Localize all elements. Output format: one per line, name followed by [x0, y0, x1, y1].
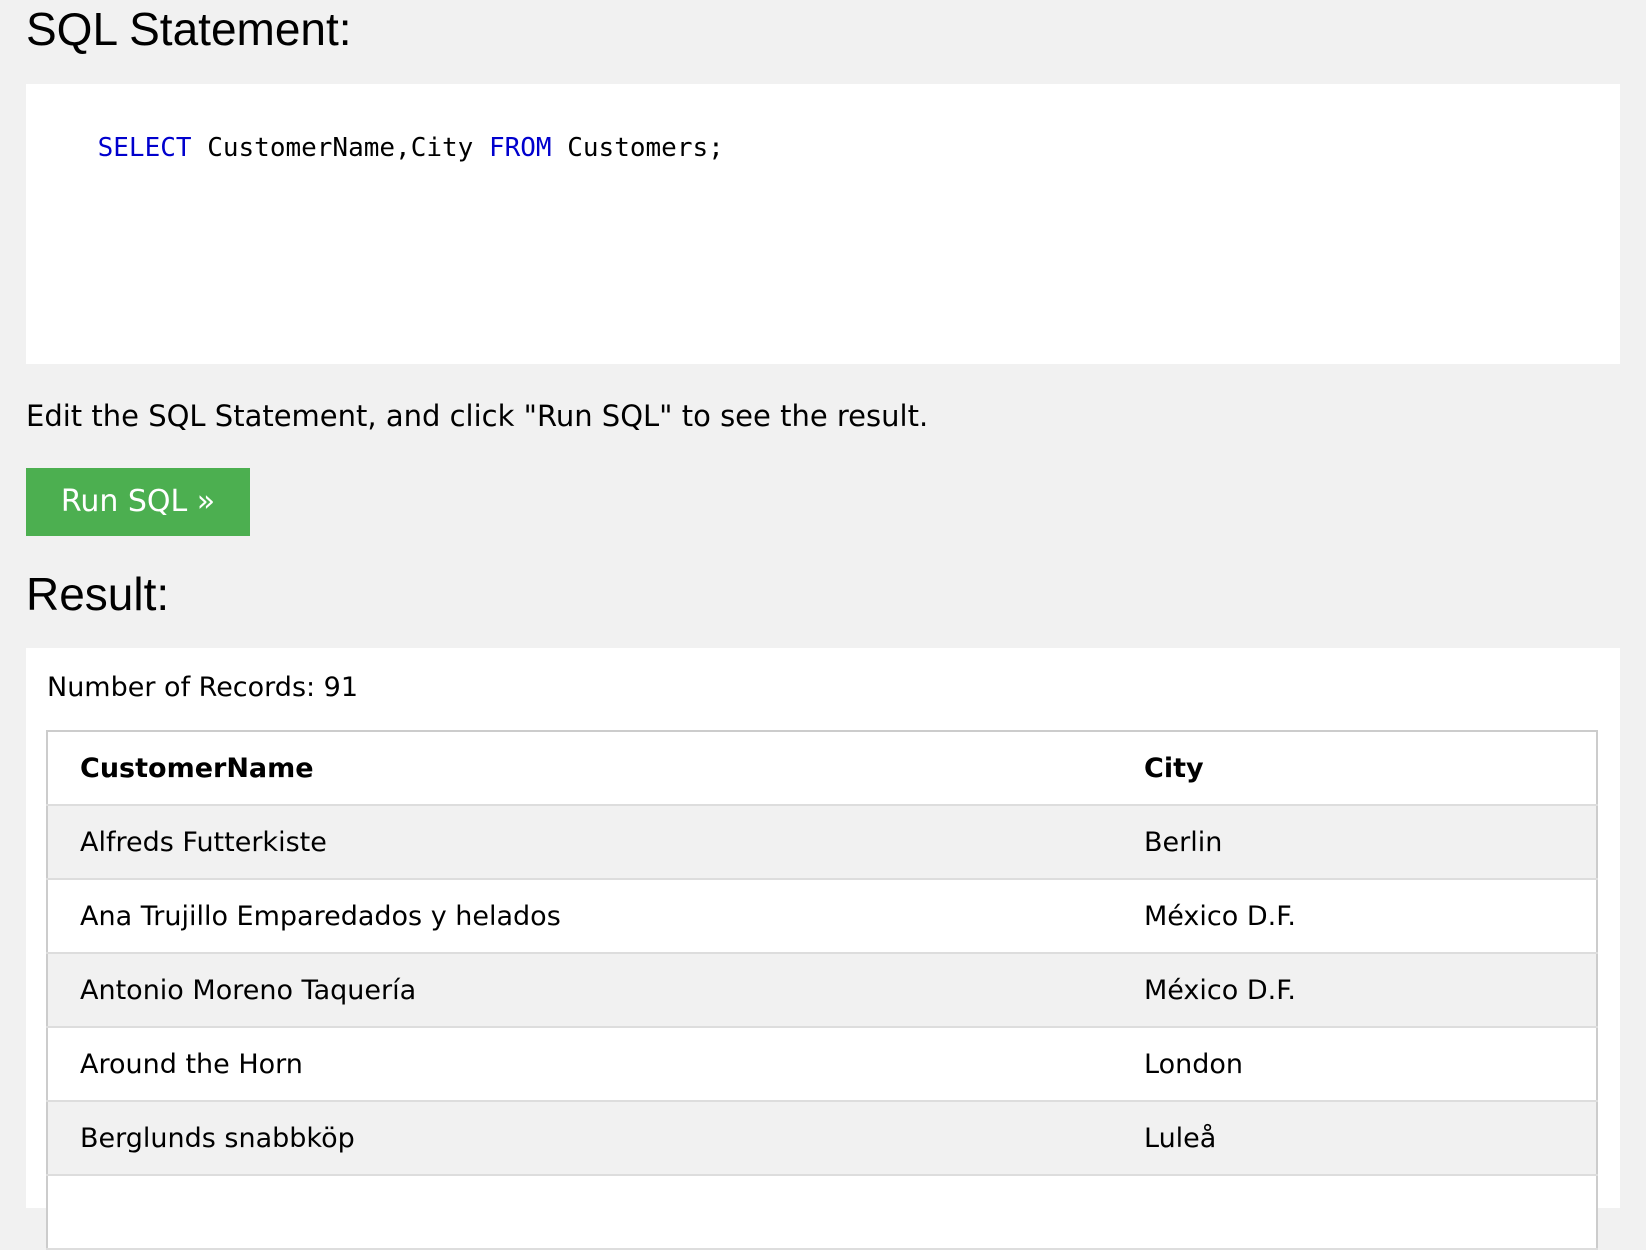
cell-city: London [1112, 1027, 1597, 1102]
cell-city: Luleå [1112, 1101, 1597, 1176]
sql-keyword-from: FROM [488, 132, 552, 163]
result-panel: Number of Records: 91 CustomerName City … [26, 648, 1620, 1250]
table-header-row: CustomerName City [47, 731, 1597, 806]
record-count: Number of Records: 91 [47, 672, 359, 703]
sql-editor[interactable]: SELECT CustomerName,City FROM Customers; [26, 84, 1620, 364]
sql-code-table: Customers; [551, 132, 724, 163]
result-table: CustomerName City Alfreds Futterkiste Be… [46, 730, 1598, 1250]
cell-customer-name: Antonio Moreno Taquería [47, 953, 1112, 1028]
column-header-city: City [1112, 731, 1597, 806]
cell-city: México D.F. [1112, 953, 1597, 1028]
cell-customer-name: Around the Horn [47, 1027, 1112, 1102]
table-row: Antonio Moreno Taquería México D.F. [47, 953, 1597, 1028]
table-row: Around the Horn London [47, 1027, 1597, 1102]
sql-keyword-select: SELECT [97, 132, 192, 163]
cell-customer-name [47, 1175, 1112, 1250]
instruction-text: Edit the SQL Statement, and click "Run S… [26, 399, 929, 433]
cell-customer-name: Alfreds Futterkiste [47, 805, 1112, 880]
table-row: Berglunds snabbköp Luleå [47, 1101, 1597, 1176]
cell-customer-name: Berglunds snabbköp [47, 1101, 1112, 1176]
table-row: Alfreds Futterkiste Berlin [47, 805, 1597, 880]
result-heading: Result: [26, 568, 170, 620]
table-row [47, 1175, 1597, 1250]
cell-city: México D.F. [1112, 879, 1597, 954]
cell-city [1112, 1175, 1597, 1250]
sql-code-columns: CustomerName,City [191, 132, 489, 163]
cell-city: Berlin [1112, 805, 1597, 880]
column-header-customername: CustomerName [47, 731, 1112, 806]
table-row: Ana Trujillo Emparedados y helados Méxic… [47, 879, 1597, 954]
cell-customer-name: Ana Trujillo Emparedados y helados [47, 879, 1112, 954]
sql-statement-heading: SQL Statement: [26, 3, 352, 55]
run-sql-button[interactable]: Run SQL » [26, 468, 250, 536]
